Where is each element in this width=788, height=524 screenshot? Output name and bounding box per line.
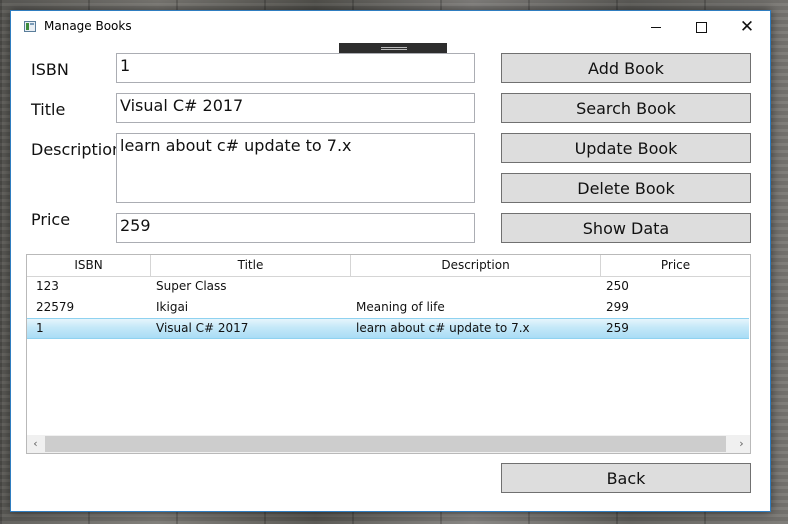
scroll-right-icon[interactable]: › [733,435,750,453]
column-header-price[interactable]: Price [601,255,750,276]
grip-lines [381,47,407,48]
price-input[interactable]: 259 [116,213,475,243]
table-row-selected[interactable]: 1 Visual C# 2017 learn about c# update t… [27,318,749,339]
column-header-title[interactable]: Title [151,255,351,276]
title-bar[interactable]: Manage Books ✕ [11,11,770,44]
cell-price: 299 [606,300,629,314]
minimize-button[interactable] [633,11,679,43]
maximize-icon [695,21,707,33]
cell-isbn: 22579 [36,300,75,314]
cell-description: learn about c# update to 7.x [356,321,530,335]
show-data-button[interactable]: Show Data [501,213,751,243]
cell-title: Visual C# 2017 [156,321,249,335]
scroll-left-icon[interactable]: ‹ [27,435,44,453]
horizontal-scrollbar[interactable]: ‹ › [27,435,750,453]
update-book-button[interactable]: Update Book [501,133,751,163]
description-input[interactable]: learn about c# update to 7.x [116,133,475,203]
table-row[interactable]: 22579 Ikigai Meaning of life 299 [27,297,749,318]
books-data-grid[interactable]: ISBN Title Description Price 123 Super C… [26,254,751,454]
cell-isbn: 1 [36,321,44,335]
back-button[interactable]: Back [501,463,751,493]
cell-title: Ikigai [156,300,189,314]
column-header-isbn[interactable]: ISBN [27,255,151,276]
search-book-button[interactable]: Search Book [501,93,751,123]
manage-books-window: Manage Books ✕ ISBN 1 Title Visual C# 20… [10,10,771,512]
window-title: Manage Books [44,19,132,33]
price-label: Price [31,210,71,229]
maximize-button[interactable] [678,11,724,43]
table-row[interactable]: 123 Super Class 250 [27,276,749,297]
minimize-icon [651,26,661,28]
app-icon [24,21,36,32]
close-icon: ✕ [739,16,755,37]
cell-price: 250 [606,279,629,293]
description-label: Description [31,140,123,159]
delete-book-button[interactable]: Delete Book [501,173,751,203]
title-input[interactable]: Visual C# 2017 [116,93,475,123]
cell-price: 259 [606,321,629,335]
isbn-input[interactable]: 1 [116,53,475,83]
scrollbar-thumb[interactable] [45,436,726,452]
close-button[interactable]: ✕ [724,11,770,43]
cell-description: Meaning of life [356,300,445,314]
cell-title: Super Class [156,279,227,293]
add-book-button[interactable]: Add Book [501,53,751,83]
isbn-label: ISBN [31,60,69,79]
cell-isbn: 123 [36,279,59,293]
title-label: Title [31,100,66,119]
column-header-description[interactable]: Description [351,255,601,276]
grid-header: ISBN Title Description Price [27,255,750,277]
